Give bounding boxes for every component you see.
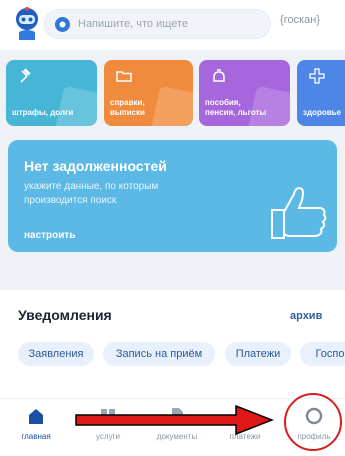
tile-decoration	[54, 85, 97, 126]
tile-certificates[interactable]: справки, выписки	[104, 60, 193, 126]
notifications-section: Уведомления архив Заявления Запись на пр…	[0, 290, 345, 398]
tile-health[interactable]: здоровье	[297, 60, 345, 126]
search-icon	[55, 17, 70, 32]
assistant-robot-icon[interactable]	[10, 6, 44, 42]
annotation-arrow	[75, 404, 274, 436]
goscan-bracket-right: }	[316, 14, 321, 26]
tab-home[interactable]: главная	[6, 399, 66, 456]
gavel-icon	[20, 68, 31, 83]
top-bar: Напишите, что ищете {госкан}	[0, 0, 345, 50]
tile-label: здоровье	[303, 108, 341, 117]
tile-benefits[interactable]: пособия, пенсия, льготы	[199, 60, 290, 126]
archive-link[interactable]: архив	[290, 310, 322, 322]
chip-appointments[interactable]: Запись на приём	[103, 342, 215, 366]
tab-label: главная	[21, 432, 51, 441]
chip-applications[interactable]: Заявления	[18, 342, 94, 366]
goscan-label: госкан	[283, 14, 317, 26]
goscan-button[interactable]: {госкан}	[280, 14, 320, 26]
folder-icon	[116, 71, 132, 82]
medical-cross-icon	[309, 68, 325, 84]
tile-decoration	[150, 85, 193, 126]
tile-label: справки, выписки	[110, 98, 145, 117]
configure-link[interactable]: настроить	[24, 230, 75, 241]
search-input[interactable]: Напишите, что ищете	[44, 9, 271, 39]
annotation-circle	[284, 393, 342, 451]
chip-more[interactable]: Госпо	[300, 342, 345, 366]
thumbs-up-icon	[271, 187, 327, 239]
chip-payments[interactable]: Платежи	[225, 342, 291, 366]
notifications-title: Уведомления	[18, 307, 112, 323]
banner-text: укажите данные, по которым производится …	[24, 181, 159, 206]
tile-fines-debts[interactable]: штрафы, долги	[6, 60, 97, 126]
search-placeholder: Напишите, что ищете	[78, 18, 188, 30]
tile-label: пособия, пенсия, льготы	[205, 98, 267, 117]
service-tiles: штрафы, долги справки, выписки пособия, …	[0, 60, 345, 128]
home-icon	[29, 409, 43, 424]
banner-title: Нет задолженностей	[24, 158, 167, 174]
piggy-bank-icon	[213, 69, 225, 82]
tile-label: штрафы, долги	[12, 108, 74, 117]
no-debts-banner[interactable]: Нет задолженностей укажите данные, по ко…	[8, 140, 337, 252]
